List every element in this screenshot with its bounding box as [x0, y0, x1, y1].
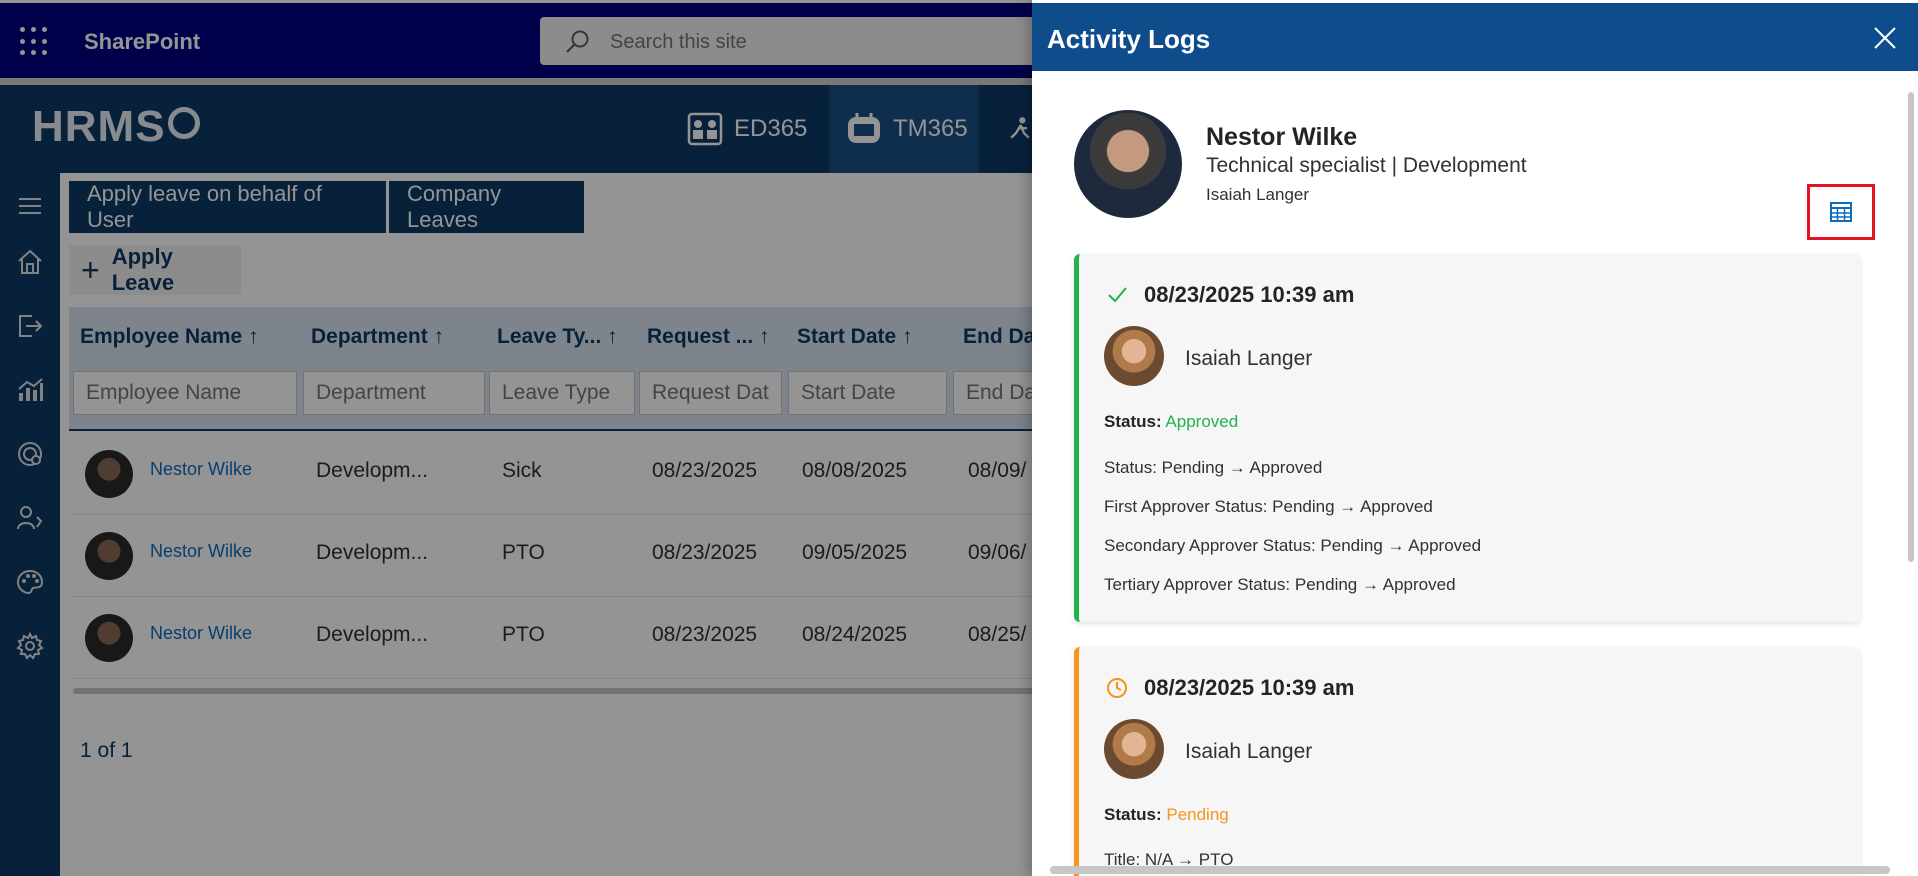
avatar [1104, 326, 1164, 386]
log-actor-name: Isaiah Langer [1185, 740, 1313, 763]
log-change-item: Tertiary Approver Status: Pending → Appr… [1104, 575, 1456, 594]
log-status: Status: Pending [1104, 805, 1229, 825]
log-timestamp: 08/23/2025 10:39 am [1144, 675, 1355, 700]
profile-manager: Isaiah Langer [1206, 185, 1310, 204]
status-label: Status: [1104, 412, 1162, 431]
log-actor-name: Isaiah Langer [1185, 347, 1313, 370]
log-timestamp: 08/23/2025 10:39 am [1144, 282, 1355, 307]
status-value: Pending [1166, 805, 1229, 824]
activity-log-card: 08/23/2025 10:39 am Isaiah Langer Status… [1074, 254, 1860, 622]
panel-horizontal-scrollbar[interactable] [1050, 866, 1890, 874]
status-value: Approved [1165, 412, 1239, 431]
panel-header: Activity Logs [1032, 0, 1918, 71]
panel-scroll-thumb[interactable] [1908, 92, 1914, 562]
activity-logs-panel: Activity Logs Nestor Wilke Technical spe… [1032, 0, 1918, 876]
log-change-item: First Approver Status: Pending → Approve… [1104, 497, 1433, 516]
avatar [1104, 719, 1164, 779]
status-label: Status: [1104, 805, 1162, 824]
checkmark-icon [1108, 287, 1127, 303]
log-change-item: Status: Pending → Approved [1104, 458, 1323, 477]
panel-title: Activity Logs [1047, 24, 1211, 54]
activity-log-card: 08/23/2025 10:39 am Isaiah Langer Status… [1074, 647, 1860, 876]
close-icon[interactable] [1872, 25, 1898, 51]
profile-avatar [1074, 110, 1182, 218]
profile-role: Technical specialist | Development [1206, 154, 1527, 177]
table-icon [1830, 202, 1852, 222]
log-status: Status: Approved [1104, 412, 1238, 432]
profile-name: Nestor Wilke [1206, 123, 1358, 151]
log-change-item: Secondary Approver Status: Pending → App… [1104, 536, 1482, 555]
clock-icon [1107, 678, 1127, 698]
table-view-button[interactable] [1807, 184, 1875, 240]
